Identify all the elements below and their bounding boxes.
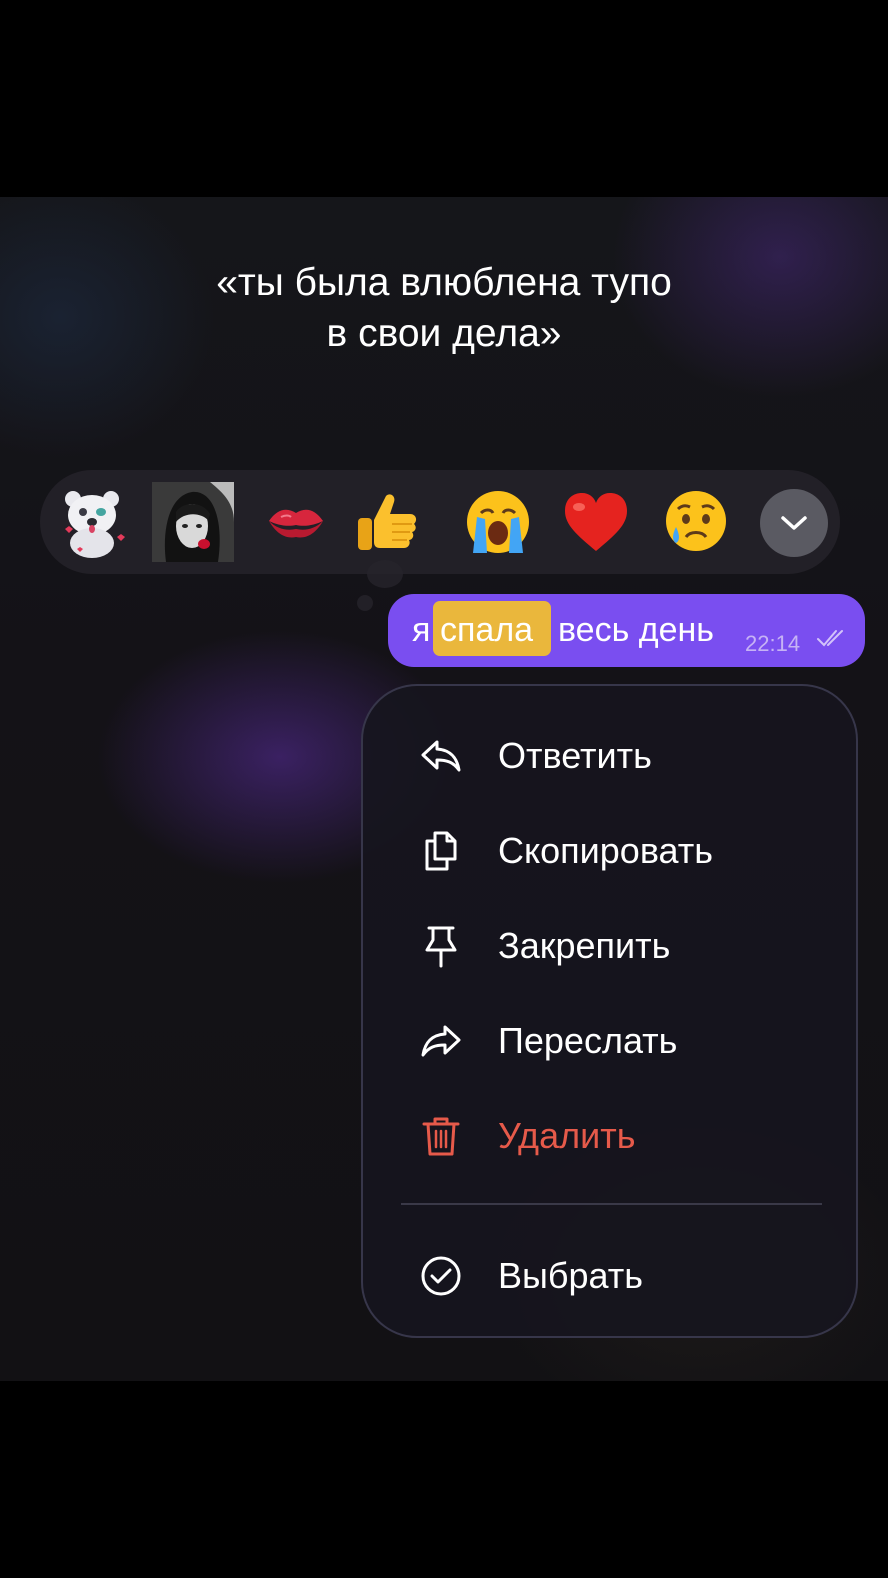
reaction-sad[interactable] bbox=[656, 482, 736, 562]
message-time: 22:14 bbox=[745, 631, 801, 656]
menu-item-label: Переслать bbox=[498, 1020, 678, 1061]
chevron-down-icon bbox=[781, 516, 807, 530]
reaction-heart[interactable] bbox=[556, 482, 636, 562]
chat-background: «ты была влюблена тупо в свои дела» я сп… bbox=[0, 197, 888, 1381]
menu-item-label: Удалить bbox=[498, 1115, 636, 1156]
read-checkmarks-icon bbox=[817, 630, 843, 647]
reaction-thumbs-up[interactable] bbox=[346, 482, 426, 562]
bear-sticker-icon bbox=[65, 491, 125, 558]
photo-sticker-icon bbox=[152, 482, 234, 562]
pin-icon bbox=[425, 926, 457, 968]
reaction-bar-tail bbox=[367, 560, 403, 588]
reaction-bear-sticker[interactable] bbox=[52, 482, 132, 562]
caption-line-1: «ты была влюблена тупо bbox=[216, 261, 672, 304]
menu-item-delete[interactable]: Удалить bbox=[363, 1101, 860, 1171]
menu-item-label: Скопировать bbox=[498, 830, 714, 871]
message-word-1: я bbox=[412, 611, 431, 649]
menu-item-select[interactable]: Выбрать bbox=[363, 1241, 860, 1311]
reaction-crying[interactable] bbox=[458, 482, 538, 562]
reaction-bar-tail-dot bbox=[357, 595, 373, 611]
message-rest: весь день bbox=[558, 611, 714, 649]
copy-icon bbox=[425, 831, 457, 871]
caption-overlay: «ты была влюблена тупо в свои дела» bbox=[0, 257, 888, 359]
menu-item-copy[interactable]: Скопировать bbox=[363, 816, 860, 886]
menu-item-label: Выбрать bbox=[498, 1255, 644, 1296]
message-highlighted-word[interactable]: спала bbox=[440, 608, 533, 652]
reaction-photo-sticker[interactable] bbox=[152, 482, 234, 562]
caption-line-2: в свои дела» bbox=[326, 312, 562, 355]
loudly-crying-face-icon bbox=[467, 491, 529, 553]
forward-icon bbox=[421, 1025, 461, 1057]
red-heart-icon bbox=[565, 493, 627, 551]
context-menu: Ответить Скопировать Закрепить Переслать bbox=[361, 684, 858, 1338]
menu-item-pin[interactable]: Закрепить bbox=[363, 911, 860, 981]
kiss-mark-icon bbox=[269, 509, 323, 538]
crying-face-icon bbox=[666, 491, 726, 551]
menu-divider bbox=[401, 1203, 822, 1205]
check-circle-icon bbox=[421, 1256, 461, 1296]
menu-item-label: Закрепить bbox=[498, 925, 671, 966]
menu-item-reply[interactable]: Ответить bbox=[363, 721, 860, 791]
reaction-kiss[interactable] bbox=[256, 482, 336, 562]
trash-icon bbox=[422, 1117, 460, 1156]
thumbs-up-icon bbox=[358, 494, 417, 550]
menu-item-label: Ответить bbox=[498, 735, 652, 776]
more-reactions-button[interactable] bbox=[760, 489, 828, 557]
menu-item-forward[interactable]: Переслать bbox=[363, 1006, 860, 1076]
reply-icon bbox=[421, 740, 461, 772]
